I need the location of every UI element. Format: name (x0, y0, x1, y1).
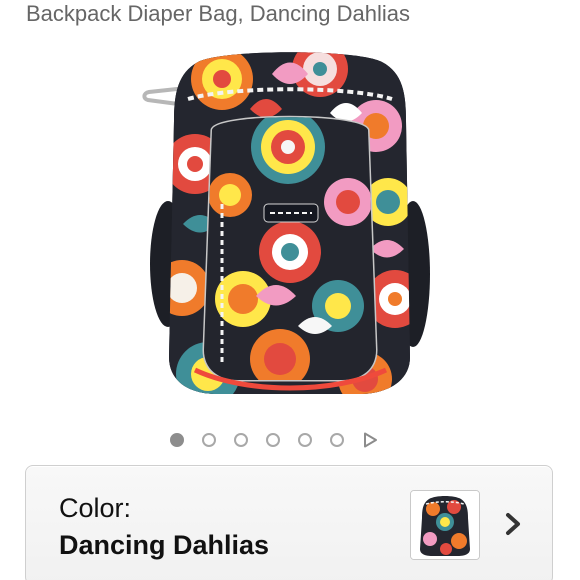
front-pocket-pattern (204, 117, 376, 380)
play-triangle-icon[interactable] (362, 432, 378, 448)
product-image-area[interactable] (140, 44, 440, 404)
color-selector-button[interactable]: Color: Dancing Dahlias (25, 465, 553, 580)
image-carousel-indicator (170, 429, 410, 451)
carousel-dot-2[interactable] (202, 433, 216, 447)
carousel-dot-6[interactable] (330, 433, 344, 447)
product-title: Backpack Diaper Bag, Dancing Dahlias (26, 1, 410, 26)
side-loop-left (142, 87, 180, 106)
backpack-swatch-icon (411, 491, 479, 559)
backpack-swatch-thumbnail (410, 490, 480, 560)
color-label: Color: (59, 493, 132, 523)
play-triangle-svg (364, 432, 377, 448)
product-detail-page: Backpack Diaper Bag, Dancing Dahlias Col… (0, 0, 580, 580)
backpack-image (142, 52, 430, 394)
chevron-right-icon (506, 513, 520, 535)
carousel-dot-4[interactable] (266, 433, 280, 447)
carousel-dot-3[interactable] (234, 433, 248, 447)
selected-color-value: Dancing Dahlias (59, 530, 270, 560)
carousel-dot-1[interactable] (170, 433, 184, 447)
carousel-dot-5[interactable] (298, 433, 312, 447)
